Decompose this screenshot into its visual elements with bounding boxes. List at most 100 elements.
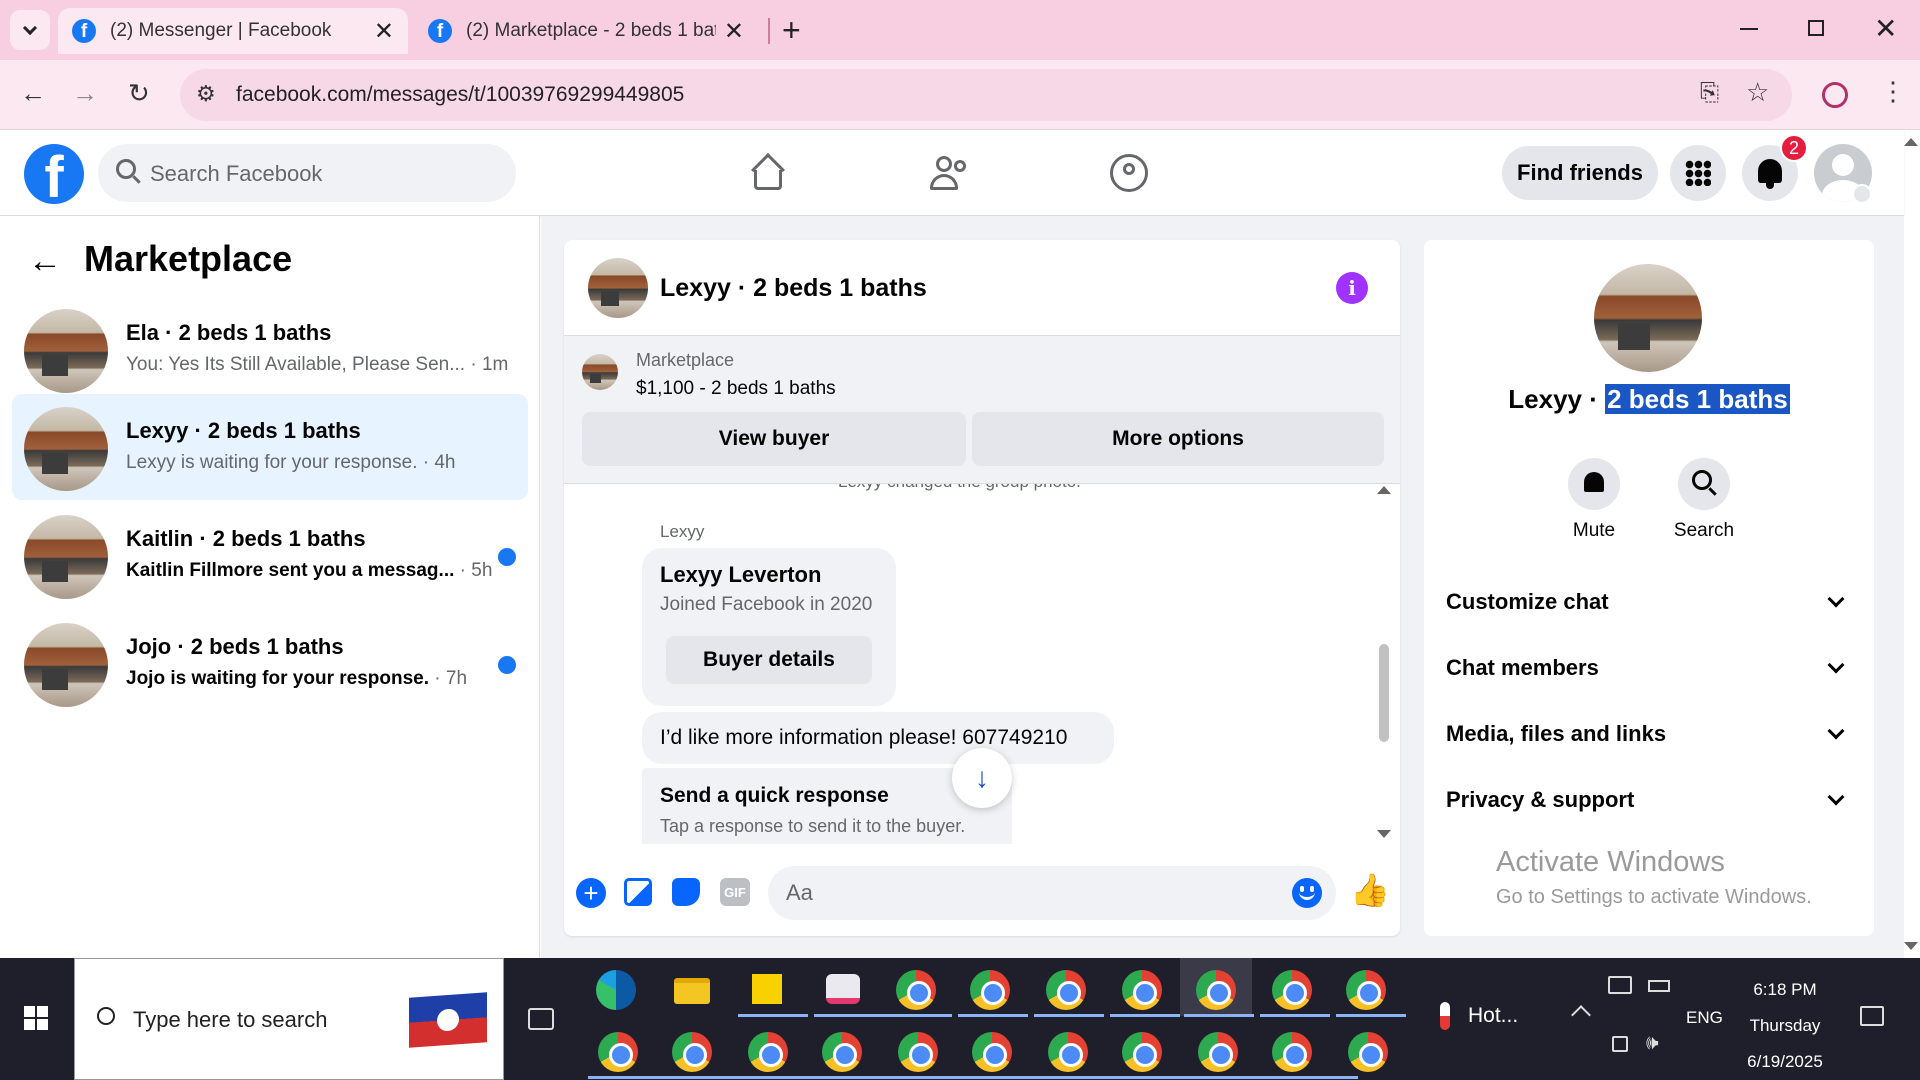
account-chevron-icon[interactable] <box>1852 184 1872 204</box>
more-options-button[interactable]: More options <box>972 412 1384 466</box>
page-scroll-up-icon[interactable] <box>1904 138 1918 146</box>
chrome-profile-icon[interactable] <box>1122 970 1162 1010</box>
notification-center-icon[interactable] <box>1860 1006 1884 1026</box>
home-nav-icon[interactable] <box>750 153 786 190</box>
install-app-icon[interactable]: ⎘ <box>1700 79 1719 107</box>
chrome-profile-icon[interactable] <box>898 1032 938 1072</box>
conversation-item[interactable]: Jojo · 2 beds 1 baths Jojo is waiting fo… <box>12 610 528 716</box>
sticky-notes-icon[interactable] <box>752 974 782 1004</box>
chrome-profile-icon[interactable] <box>970 970 1010 1010</box>
battery-icon[interactable] <box>1648 980 1670 992</box>
groups-nav-icon[interactable] <box>1110 154 1148 192</box>
snipping-tool-icon[interactable] <box>826 974 860 1004</box>
task-view-icon[interactable] <box>528 1008 554 1030</box>
network-icon[interactable] <box>1612 1036 1628 1052</box>
close-window-button[interactable]: ✕ <box>1874 12 1897 45</box>
panel-title: Marketplace <box>84 238 293 279</box>
message-input[interactable]: Aa <box>768 866 1336 920</box>
url-text[interactable]: facebook.com/messages/t/1003976929944980… <box>236 83 684 107</box>
site-info-icon[interactable]: ⚙ <box>196 81 216 107</box>
conversation-item[interactable]: Ela · 2 beds 1 baths You: Yes Its Still … <box>12 296 528 402</box>
chrome-profile-icon[interactable] <box>1272 970 1312 1010</box>
language-indicator[interactable]: ENG <box>1686 1008 1723 1028</box>
facebook-search-box[interactable]: Search Facebook <box>98 144 516 202</box>
display-tray-icon[interactable] <box>1608 976 1632 994</box>
profile-icon[interactable] <box>1822 82 1848 108</box>
chrome-profile-icon[interactable] <box>1046 970 1086 1010</box>
emoji-icon[interactable] <box>1292 878 1322 908</box>
back-arrow-icon[interactable]: ← <box>20 80 46 106</box>
plus-icon[interactable]: + <box>576 878 606 908</box>
chat-title[interactable]: Lexyy · 2 beds 1 baths <box>660 274 927 303</box>
chrome-profile-icon[interactable] <box>972 1032 1012 1072</box>
clock[interactable]: 6:18 PM Thursday 6/19/2025 <box>1730 972 1840 1080</box>
show-hidden-icons-button[interactable] <box>1571 1005 1591 1025</box>
close-tab-icon[interactable]: ✕ <box>374 17 394 46</box>
chat-avatar[interactable] <box>588 258 648 318</box>
close-tab-icon[interactable]: ✕ <box>724 17 744 46</box>
volume-icon[interactable]: 🕪 <box>1646 1032 1659 1055</box>
search-in-chat-button[interactable]: Search <box>1664 458 1744 542</box>
reload-icon[interactable]: ↻ <box>128 80 150 106</box>
chrome-profile-icon[interactable] <box>1272 1032 1312 1072</box>
thumbs-up-icon[interactable]: 👍 <box>1350 874 1390 906</box>
facebook-logo[interactable]: f <box>24 144 84 204</box>
bookmark-star-icon[interactable]: ☆ <box>1746 77 1769 108</box>
running-indicator <box>958 1014 1028 1017</box>
chat-members-section[interactable]: Chat members <box>1446 648 1852 688</box>
chat-info-name: Lexyy · 2 beds 1 baths <box>1424 384 1874 415</box>
chrome-profile-icon[interactable] <box>1348 1032 1388 1072</box>
menu-grid-button[interactable] <box>1670 145 1726 201</box>
photo-icon[interactable] <box>624 878 652 906</box>
tab-search-button[interactable] <box>10 10 50 50</box>
conversation-item[interactable]: Kaitlin · 2 beds 1 baths Kaitlin Fillmor… <box>12 502 528 608</box>
forward-arrow-icon[interactable]: → <box>72 80 98 106</box>
edge-icon[interactable] <box>596 970 636 1010</box>
chrome-profile-icon[interactable] <box>598 1032 638 1072</box>
file-explorer-icon[interactable] <box>674 978 710 1004</box>
scroll-to-bottom-button[interactable]: ↓ <box>952 748 1012 808</box>
minimize-button[interactable] <box>1740 28 1758 30</box>
mute-button[interactable]: Mute <box>1564 458 1624 542</box>
windows-start-icon[interactable] <box>24 1006 48 1030</box>
privacy-support-section[interactable]: Privacy & support <box>1446 780 1852 820</box>
chrome-profile-icon[interactable] <box>748 1032 788 1072</box>
conversation-item-selected[interactable]: Lexyy · 2 beds 1 baths Lexyy is waiting … <box>12 394 528 500</box>
chrome-profile-icon[interactable] <box>896 970 936 1010</box>
info-icon[interactable]: i <box>1336 272 1368 304</box>
scroll-down-icon[interactable] <box>1377 830 1391 838</box>
find-friends-button[interactable]: Find friends <box>1502 146 1658 200</box>
running-indicator <box>1336 1014 1406 1017</box>
chrome-profile-icon[interactable] <box>1122 1032 1162 1072</box>
customize-chat-section[interactable]: Customize chat <box>1446 582 1852 622</box>
media-files-links-section[interactable]: Media, files and links <box>1446 714 1852 754</box>
tab-messenger[interactable]: f (2) Messenger | Facebook ✕ <box>58 8 408 54</box>
taskbar-search-placeholder: Type here to search <box>133 1007 328 1032</box>
sticker-icon[interactable] <box>672 878 700 906</box>
friends-nav-icon[interactable] <box>930 154 970 192</box>
restore-button[interactable] <box>1808 20 1824 36</box>
clock-time: 6:18 PM <box>1753 980 1817 999</box>
back-arrow-icon[interactable]: ← <box>28 244 62 278</box>
tab-marketplace[interactable]: f (2) Marketplace - 2 beds 1 bath ✕ <box>416 8 756 54</box>
new-tab-button[interactable]: + <box>782 12 801 49</box>
more-options-label: More options <box>1112 427 1244 450</box>
scroll-up-icon[interactable] <box>1377 486 1391 494</box>
chrome-profile-icon[interactable] <box>1346 970 1386 1010</box>
chrome-profile-icon[interactable] <box>1048 1032 1088 1072</box>
chrome-profile-icon[interactable] <box>1198 1032 1238 1072</box>
gif-icon[interactable]: GIF <box>720 878 750 906</box>
browser-menu-icon[interactable]: ⋮ <box>1880 78 1906 104</box>
clock-day: Thursday <box>1749 1016 1821 1035</box>
page-scroll-down-icon[interactable] <box>1904 942 1918 950</box>
chrome-profile-icon[interactable] <box>672 1032 712 1072</box>
running-indicator <box>814 1014 884 1017</box>
chrome-profile-icon[interactable] <box>1196 970 1236 1010</box>
chat-scrollbar[interactable] <box>1379 644 1389 742</box>
taskbar-search-box[interactable]: Type here to search <box>74 958 504 1080</box>
buyer-details-button[interactable]: Buyer details <box>666 636 872 684</box>
view-buyer-button[interactable]: View buyer <box>582 412 966 466</box>
weather-widget[interactable]: Hot... <box>1440 1002 1518 1030</box>
chrome-profile-icon[interactable] <box>822 1032 862 1072</box>
address-bar[interactable]: ⚙ facebook.com/messages/t/10039769299449… <box>180 69 1792 121</box>
